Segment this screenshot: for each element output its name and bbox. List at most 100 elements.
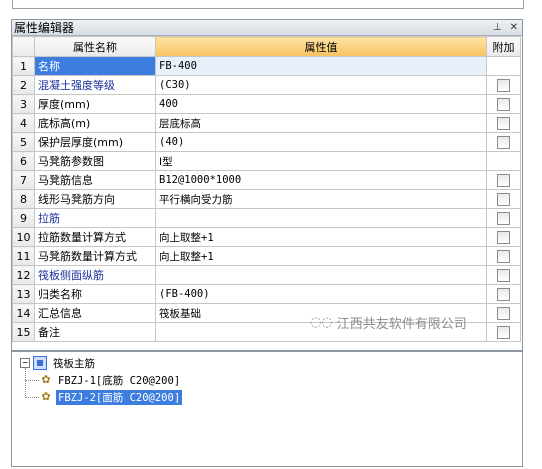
row-number[interactable]: 12	[12, 265, 35, 285]
property-value-cell[interactable]: 层底标高	[155, 113, 487, 133]
row-number[interactable]: 3	[12, 94, 35, 114]
attach-checkbox[interactable]	[497, 249, 510, 263]
property-value-cell[interactable]: 向上取整+1	[155, 246, 487, 266]
property-name-cell[interactable]: 线形马凳筋方向	[34, 189, 156, 209]
tree-leaf-node-selected[interactable]: ✿ FBZJ-2[面筋 C20@200]	[40, 389, 183, 405]
attach-checkbox[interactable]	[497, 268, 510, 282]
attach-cell	[486, 56, 521, 76]
property-name-cell[interactable]: 拉筋	[34, 208, 156, 228]
row-number[interactable]: 2	[12, 75, 35, 95]
table-row[interactable]: 12 筏板侧面纵筋	[12, 265, 521, 285]
property-value-cell[interactable]: 400	[155, 94, 487, 114]
gear-icon: ✿	[41, 373, 51, 386]
attach-checkbox[interactable]	[497, 325, 510, 339]
property-name-cell[interactable]: 归类名称	[34, 284, 156, 304]
property-name-cell[interactable]: 底标高(m)	[34, 113, 156, 133]
attach-checkbox[interactable]	[497, 173, 510, 187]
property-name-cell[interactable]: 马凳筋参数图	[34, 151, 156, 171]
property-name-cell[interactable]: 筏板侧面纵筋	[34, 265, 156, 285]
tree-leaf-node[interactable]: ✿ FBZJ-1[底筋 C20@200]	[40, 372, 182, 388]
property-name-cell[interactable]: 保护层厚度(mm)	[34, 132, 156, 152]
row-number[interactable]: 11	[12, 246, 35, 266]
row-number[interactable]: 13	[12, 284, 35, 304]
attach-cell	[486, 94, 521, 114]
tree-connector	[25, 380, 39, 381]
table-row[interactable]: 1 名称 FB-400	[12, 56, 521, 76]
property-value-cell[interactable]: (FB-400)	[155, 284, 487, 304]
watermark-text: 江西共友软件有限公司	[336, 317, 467, 332]
attach-checkbox[interactable]	[497, 192, 510, 206]
table-row[interactable]: 6 马凳筋参数图 Ⅰ型	[12, 151, 521, 171]
collapse-icon[interactable]: −	[20, 358, 30, 368]
header-attach[interactable]: 附加	[486, 36, 521, 57]
table-row[interactable]: 13 归类名称 (FB-400)	[12, 284, 521, 304]
row-number[interactable]: 1	[12, 56, 35, 76]
header-property-value[interactable]: 属性值	[155, 36, 487, 57]
row-number[interactable]: 15	[12, 322, 35, 342]
tree-connector	[25, 397, 39, 398]
table-row[interactable]: 2 混凝土强度等级 (C30)	[12, 75, 521, 95]
property-value-cell[interactable]: 向上取整+1	[155, 227, 487, 247]
property-value-cell[interactable]: FB-400	[155, 56, 487, 76]
table-row[interactable]: 10 拉筋数量计算方式 向上取整+1	[12, 227, 521, 247]
attach-cell	[486, 113, 521, 133]
attach-checkbox[interactable]	[497, 287, 510, 301]
table-row[interactable]: 8 线形马凳筋方向 平行横向受力筋	[12, 189, 521, 209]
panel-title: 属性编辑器	[14, 21, 75, 35]
table-row[interactable]: 11 马凳筋数量计算方式 向上取整+1	[12, 246, 521, 266]
attach-checkbox[interactable]	[497, 78, 510, 92]
attach-checkbox[interactable]	[497, 211, 510, 225]
close-icon[interactable]: ✕	[510, 22, 518, 33]
row-number[interactable]: 10	[12, 227, 35, 247]
property-value-cell[interactable]: B12@1000*1000	[155, 170, 487, 190]
row-number[interactable]: 7	[12, 170, 35, 190]
table-row[interactable]: 9 拉筋	[12, 208, 521, 228]
attach-checkbox[interactable]	[497, 306, 510, 320]
table-row[interactable]: 7 马凳筋信息 B12@1000*1000	[12, 170, 521, 190]
property-value-cell[interactable]: (C30)	[155, 75, 487, 95]
property-name-cell[interactable]: 马凳筋数量计算方式	[34, 246, 156, 266]
property-name-cell[interactable]: 汇总信息	[34, 303, 156, 323]
rebar-tree-panel: − 筏板主筋 ✿ FBZJ-1[底筋 C20@200] ✿ FBZJ-2[面筋 …	[11, 351, 523, 467]
property-name-cell[interactable]: 名称	[34, 56, 156, 76]
tree-connector	[25, 368, 26, 398]
row-number[interactable]: 14	[12, 303, 35, 323]
row-number[interactable]: 6	[12, 151, 35, 171]
tree-leaf-label: FBZJ-2[面筋 C20@200]	[56, 389, 183, 405]
gear-icon: ✿	[41, 390, 51, 403]
attach-cell	[486, 284, 521, 304]
attach-cell	[486, 151, 521, 171]
attach-cell	[486, 265, 521, 285]
tree-leaf-label: FBZJ-1[底筋 C20@200]	[58, 374, 181, 387]
property-name-cell[interactable]: 厚度(mm)	[34, 94, 156, 114]
property-name-cell[interactable]: 马凳筋信息	[34, 170, 156, 190]
property-value-cell[interactable]: (40)	[155, 132, 487, 152]
watermark: ◌◌ 江西共友软件有限公司	[310, 313, 467, 332]
attach-checkbox[interactable]	[497, 135, 510, 149]
row-number[interactable]: 9	[12, 208, 35, 228]
pin-icon[interactable]: ⊥	[493, 22, 502, 33]
panel-titlebar: 属性编辑器 ⊥ ✕	[12, 20, 522, 36]
titlebar-buttons: ⊥ ✕	[493, 22, 522, 33]
attach-cell	[486, 170, 521, 190]
property-value-cell[interactable]: Ⅰ型	[155, 151, 487, 171]
attach-checkbox[interactable]	[497, 230, 510, 244]
row-number[interactable]: 8	[12, 189, 35, 209]
property-name-cell[interactable]: 混凝土强度等级	[34, 75, 156, 95]
attach-cell	[486, 189, 521, 209]
table-row[interactable]: 4 底标高(m) 层底标高	[12, 113, 521, 133]
tree-root-node[interactable]: − 筏板主筋	[20, 355, 97, 371]
header-property-name[interactable]: 属性名称	[34, 36, 156, 57]
property-value-cell[interactable]	[155, 265, 487, 285]
attach-checkbox[interactable]	[497, 116, 510, 130]
property-value-cell[interactable]	[155, 208, 487, 228]
property-name-cell[interactable]: 备注	[34, 322, 156, 342]
row-number[interactable]: 4	[12, 113, 35, 133]
table-row[interactable]: 5 保护层厚度(mm) (40)	[12, 132, 521, 152]
header-number	[12, 36, 35, 57]
table-row[interactable]: 3 厚度(mm) 400	[12, 94, 521, 114]
attach-checkbox[interactable]	[497, 97, 510, 111]
row-number[interactable]: 5	[12, 132, 35, 152]
property-value-cell[interactable]: 平行横向受力筋	[155, 189, 487, 209]
property-name-cell[interactable]: 拉筋数量计算方式	[34, 227, 156, 247]
